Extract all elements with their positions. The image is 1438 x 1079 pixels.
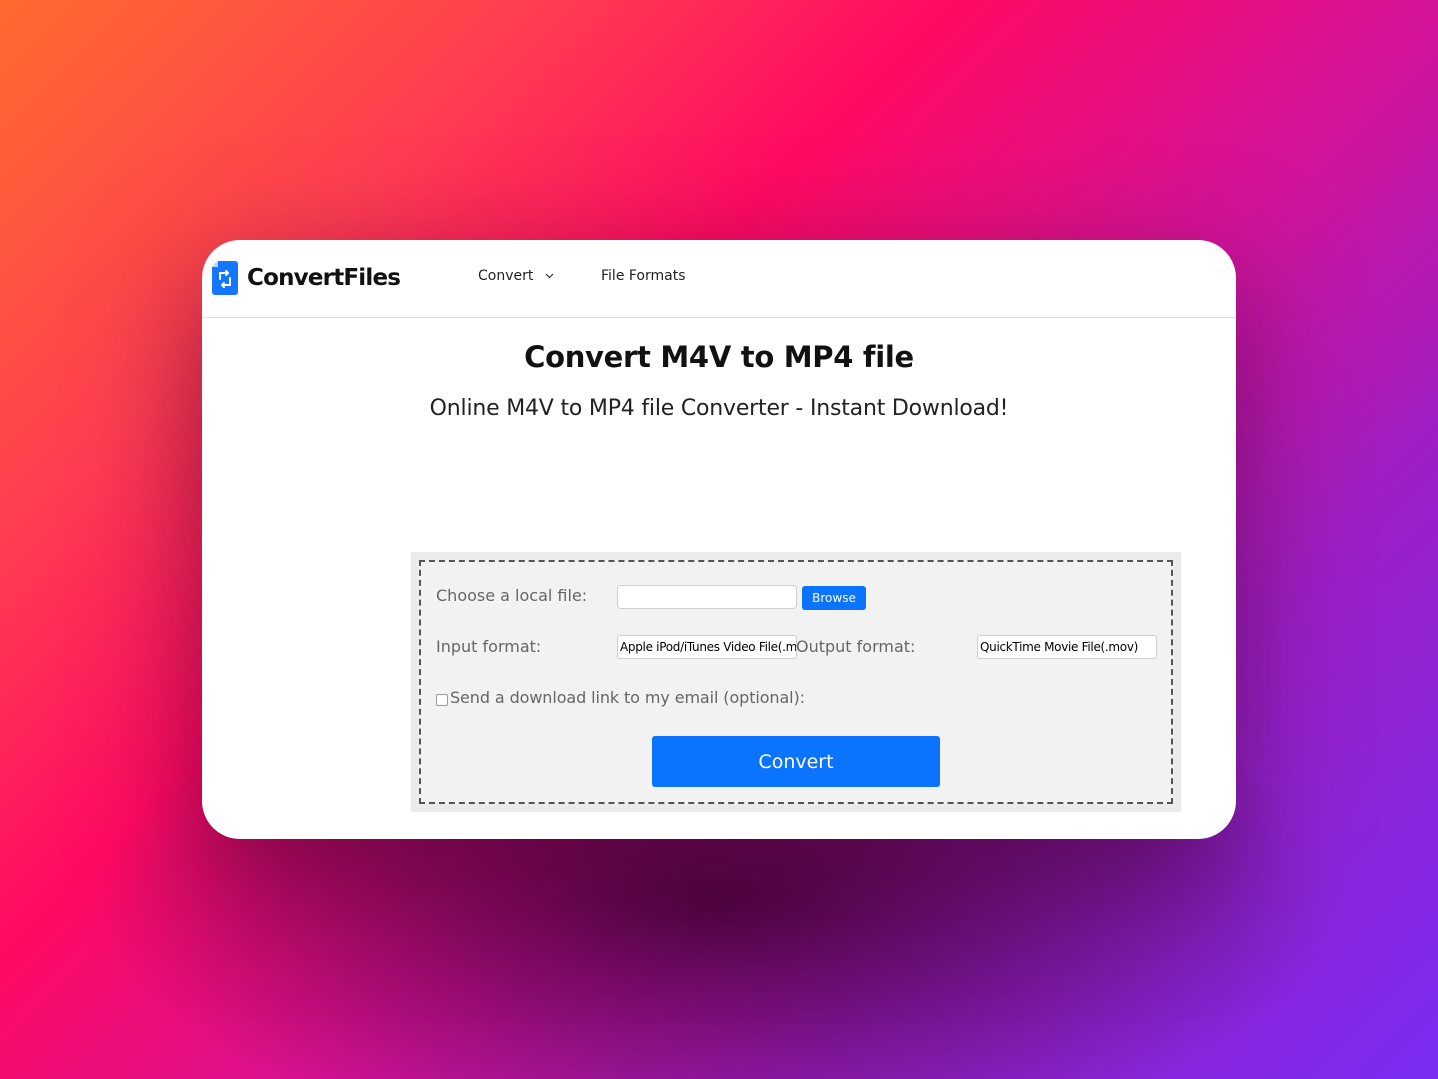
converter-form-panel: Choose a local file: Browse Input format… [411, 552, 1181, 812]
converter-form: Choose a local file: Browse Input format… [419, 560, 1173, 804]
nav-file-formats-label: File Formats [601, 268, 686, 284]
nav-convert-label: Convert [478, 268, 534, 284]
nav-convert-dropdown[interactable]: Convert [478, 268, 554, 284]
chevron-down-icon [545, 273, 554, 279]
local-file-input[interactable] [617, 585, 797, 609]
browse-button[interactable]: Browse [802, 586, 866, 610]
email-link-checkbox[interactable] [436, 694, 448, 706]
brand-logo[interactable]: ConvertFiles [212, 261, 401, 295]
email-option-row: Send a download link to my email (option… [436, 688, 805, 707]
output-format-select[interactable]: QuickTime Movie File(.mov) [977, 635, 1157, 659]
email-link-label[interactable]: Send a download link to my email (option… [450, 688, 805, 707]
brand-name: ConvertFiles [247, 265, 401, 291]
output-format-label: Output format: [796, 637, 916, 656]
nav-file-formats-link[interactable]: File Formats [601, 268, 686, 284]
page-title: Convert M4V to MP4 file [524, 340, 914, 374]
page-subtitle: Online M4V to MP4 file Converter - Insta… [429, 396, 1009, 421]
local-file-label: Choose a local file: [436, 586, 588, 605]
convert-button[interactable]: Convert [652, 736, 940, 787]
input-format-select[interactable]: Apple iPod/iTunes Video File(.m4v) [617, 635, 797, 659]
top-navbar: ConvertFiles Convert File Formats [202, 240, 1236, 318]
converter-window: ConvertFiles Convert File Formats Conver… [202, 240, 1236, 839]
input-format-label: Input format: [436, 637, 542, 656]
file-convert-icon [212, 261, 238, 295]
